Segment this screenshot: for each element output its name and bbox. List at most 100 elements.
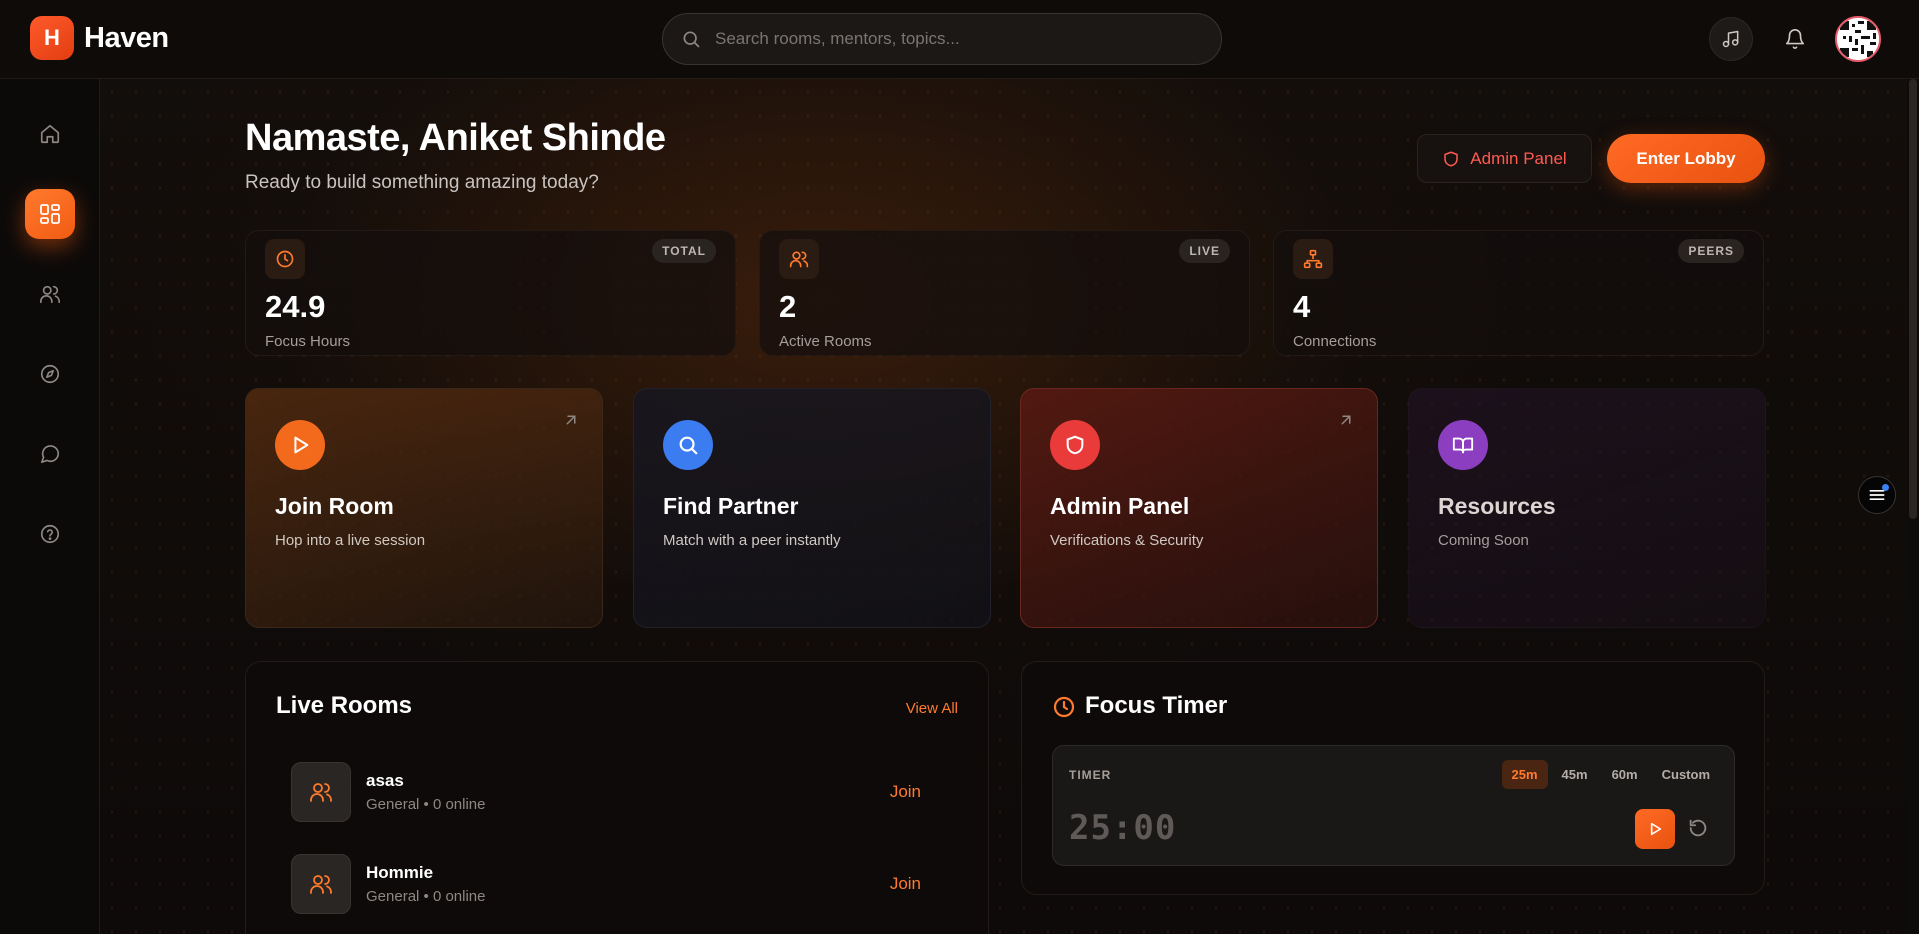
clock-icon: [1053, 696, 1075, 718]
play-icon: [1650, 822, 1662, 836]
sidebar-item-dashboard[interactable]: [25, 189, 75, 239]
join-room-button[interactable]: Join: [890, 874, 921, 894]
sidebar-item-messages[interactable]: [25, 429, 75, 479]
arrow-up-right-icon: [1341, 415, 1351, 425]
app-name: Haven: [84, 21, 169, 54]
avatar[interactable]: [1835, 16, 1881, 62]
preset-25m[interactable]: 25m: [1501, 760, 1548, 789]
dashboard-icon: [40, 204, 60, 224]
room-name: Hommie: [366, 863, 434, 882]
home-icon: [40, 124, 60, 144]
floating-menu-button[interactable]: [1858, 476, 1896, 514]
stat-icon: [265, 239, 305, 279]
search-icon: [679, 436, 698, 455]
focus-timer-title: Focus Timer: [1085, 692, 1228, 719]
action-title: Find Partner: [663, 493, 799, 519]
room-meta: General • 0 online: [366, 796, 486, 813]
action-title: Admin Panel: [1050, 493, 1190, 519]
stat-badge: PEERS: [1678, 239, 1744, 263]
preset-45m[interactable]: 45m: [1552, 760, 1598, 789]
focus-timer-panel: Focus Timer TIMER 25m 45m 60m Custom 25:…: [1021, 661, 1765, 895]
action-subtitle: Hop into a live session: [275, 532, 426, 549]
book-icon: [1452, 437, 1474, 454]
join-room-button[interactable]: Join: [890, 782, 921, 802]
sidebar-item-users[interactable]: [25, 269, 75, 319]
page-title: Namaste, Aniket Shinde: [245, 117, 666, 159]
timer-box: TIMER 25m 45m 60m Custom 25:00: [1052, 745, 1735, 866]
admin-panel-label: Admin Panel: [1470, 148, 1567, 168]
users-icon: [310, 783, 332, 802]
preset-custom[interactable]: Custom: [1652, 760, 1720, 789]
bell-icon: [1785, 29, 1805, 49]
action-icon: [1050, 420, 1100, 470]
timer-presets: 25m 45m 60m Custom: [1501, 760, 1720, 789]
stat-value: 2: [779, 289, 797, 324]
admin-panel-card[interactable]: Admin Panel Verifications & Security: [1020, 388, 1378, 628]
stat-label: Active Rooms: [779, 333, 872, 350]
admin-panel-button[interactable]: Admin Panel: [1417, 134, 1592, 183]
sidebar: [0, 79, 100, 934]
music-button[interactable]: [1709, 17, 1753, 61]
sidebar-item-help[interactable]: [25, 509, 75, 559]
shield-icon: [1444, 151, 1459, 166]
room-name: asas: [366, 771, 404, 790]
search-icon: [683, 31, 700, 48]
search-bar[interactable]: [662, 13, 1222, 65]
list-item: asas General • 0 online Join: [291, 762, 951, 822]
main-content: Namaste, Aniket Shinde Ready to build so…: [100, 79, 1919, 934]
preset-60m[interactable]: 60m: [1602, 760, 1648, 789]
notifications-button[interactable]: [1773, 17, 1817, 61]
stat-card-focus-hours: TOTAL 24.9 Focus Hours: [245, 230, 736, 356]
page-subtitle: Ready to build something amazing today?: [245, 172, 599, 193]
reset-icon: [1689, 819, 1707, 837]
sidebar-item-home[interactable]: [25, 109, 75, 159]
stat-value: 24.9: [265, 289, 326, 324]
resources-card: Resources Coming Soon: [1408, 388, 1766, 628]
stat-label: Focus Hours: [265, 333, 351, 350]
users-icon: [789, 251, 809, 268]
stat-badge: LIVE: [1179, 239, 1230, 263]
scrollbar[interactable]: [1907, 79, 1919, 934]
shield-icon: [1066, 435, 1084, 455]
action-title: Resources: [1438, 493, 1556, 519]
sidebar-item-explore[interactable]: [25, 349, 75, 399]
top-bar: H Haven: [0, 0, 1919, 79]
stat-card-connections: PEERS 4 Connections: [1273, 230, 1764, 356]
clock-icon: [276, 250, 294, 268]
users-icon: [40, 285, 60, 304]
action-icon: [1438, 420, 1488, 470]
action-subtitle: Match with a peer instantly: [663, 532, 841, 549]
reset-timer-button[interactable]: [1687, 817, 1709, 844]
action-icon: [275, 420, 325, 470]
users-icon: [310, 875, 332, 894]
stat-icon: [779, 239, 819, 279]
join-room-card[interactable]: Join Room Hop into a live session: [245, 388, 603, 628]
music-note-icon: [1722, 30, 1739, 48]
room-icon: [291, 854, 351, 914]
room-meta: General • 0 online: [366, 888, 486, 905]
action-icon: [663, 420, 713, 470]
play-icon: [294, 436, 309, 454]
stat-value: 4: [1293, 289, 1311, 324]
search-input[interactable]: [715, 29, 1175, 49]
logo[interactable]: H Haven: [30, 16, 169, 60]
live-rooms-title: Live Rooms: [276, 692, 413, 719]
live-rooms-panel: Live Rooms View All asas General • 0 onl…: [245, 661, 989, 934]
stat-icon: [1293, 239, 1333, 279]
start-timer-button[interactable]: [1635, 809, 1675, 849]
stat-label: Connections: [1293, 333, 1377, 350]
network-icon: [1303, 249, 1323, 269]
action-title: Join Room: [275, 493, 394, 519]
compass-icon: [40, 364, 60, 384]
find-partner-card[interactable]: Find Partner Match with a peer instantly: [633, 388, 991, 628]
list-item: Hommie General • 0 online Join: [291, 854, 951, 914]
arrow-up-right-icon: [566, 415, 576, 425]
logo-mark: H: [30, 16, 74, 60]
room-icon: [291, 762, 351, 822]
scrollbar-thumb[interactable]: [1909, 79, 1917, 519]
enter-lobby-button[interactable]: Enter Lobby: [1607, 134, 1765, 183]
stat-badge: TOTAL: [652, 239, 716, 263]
chat-icon: [40, 445, 60, 464]
help-icon: [40, 524, 60, 544]
view-all-link[interactable]: View All: [906, 700, 958, 717]
